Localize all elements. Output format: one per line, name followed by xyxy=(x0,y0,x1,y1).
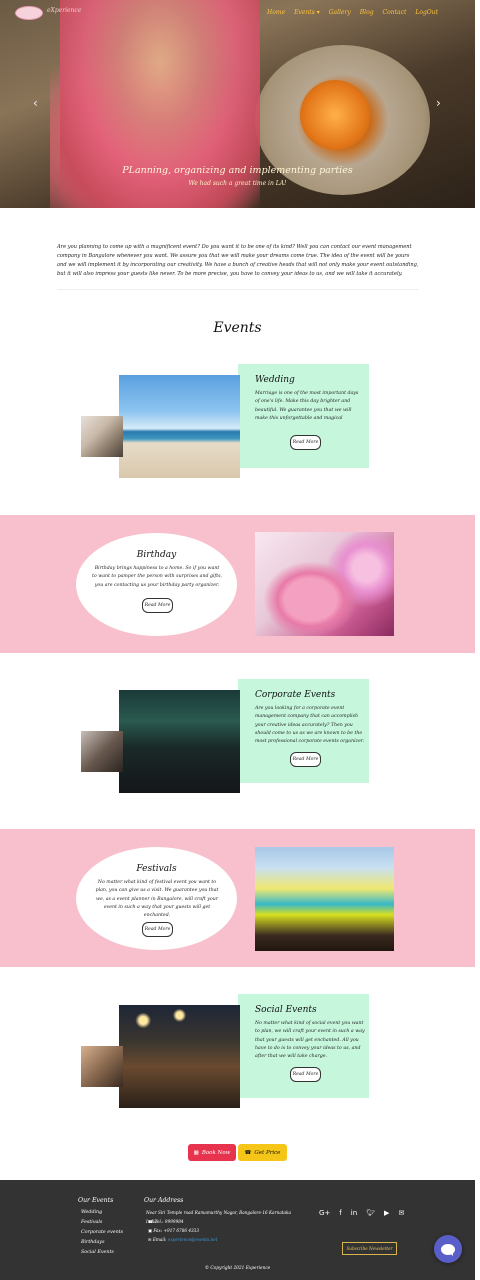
chat-icon xyxy=(441,1243,455,1256)
social-title: Social Events xyxy=(255,1005,317,1015)
brand-logo[interactable] xyxy=(15,6,43,20)
social-read-more-button[interactable]: Read More xyxy=(290,1067,321,1082)
mail-icon[interactable]: ✉ xyxy=(398,1209,404,1217)
festivals-read-more-button[interactable]: Read More xyxy=(142,922,173,937)
phone-icon: ☎ xyxy=(244,1149,252,1156)
hero-ring-center xyxy=(300,80,370,150)
footer-link-wedding[interactable]: Wedding xyxy=(81,1210,102,1215)
wedding-thumb-image xyxy=(81,416,123,457)
chevron-right-icon[interactable]: › xyxy=(436,96,441,110)
events-heading: Events xyxy=(213,320,262,336)
phone-icon: ☎ xyxy=(148,1219,154,1224)
wedding-read-more-button[interactable]: Read More xyxy=(290,435,321,450)
book-now-label: Book Now xyxy=(201,1149,231,1156)
footer-fax: ▣ Fax: +917 6786 4333 xyxy=(148,1226,199,1235)
footer-email-link[interactable]: experience@events.net xyxy=(168,1237,218,1242)
social-image xyxy=(119,1005,240,1108)
get-price-label: Get Price xyxy=(254,1149,281,1156)
footer-tel: ☎ Tel.: 9999984 xyxy=(148,1217,184,1226)
wedding-image xyxy=(119,375,240,478)
calendar-icon: ▦ xyxy=(193,1149,199,1156)
book-now-button[interactable]: ▦ Book Now xyxy=(188,1144,236,1161)
corporate-text: Are you looking for a corporate event ma… xyxy=(255,706,365,745)
facebook-icon[interactable]: f xyxy=(339,1209,341,1217)
footer-link-social[interactable]: Social Events xyxy=(81,1250,114,1255)
divider xyxy=(57,289,419,290)
hero-title: PLanning, organizing and implementing pa… xyxy=(122,165,353,176)
youtube-icon[interactable]: ▶ xyxy=(384,1209,389,1217)
copyright: © Copyright 2021 Experience xyxy=(204,1266,271,1271)
chevron-left-icon[interactable]: ‹ xyxy=(33,96,38,110)
festivals-text: No matter what kind of festival event yo… xyxy=(95,880,219,919)
corporate-title: Corporate Events xyxy=(255,690,336,700)
festivals-holi-image xyxy=(255,847,394,951)
corporate-image xyxy=(119,690,240,793)
footer-email: ✉ Email: experience@events.net xyxy=(148,1235,217,1244)
footer-link-corporate[interactable]: Corporate events xyxy=(81,1230,123,1235)
nav-events[interactable]: Events ▾ xyxy=(294,9,320,16)
main-nav: Home Events ▾ Gallery Blog Contact LogOu… xyxy=(267,9,438,16)
festivals-band xyxy=(0,829,475,967)
hero-subtitle: We had such a great time in LA! xyxy=(188,180,287,187)
birthday-cake-image xyxy=(255,532,394,636)
nav-blog[interactable]: Blog xyxy=(360,9,374,16)
twitter-icon[interactable]: 🐦︎ xyxy=(366,1209,375,1217)
footer xyxy=(0,1180,475,1280)
wedding-title: Wedding xyxy=(255,375,295,385)
birthday-text: Birthday brings happiness to a home. So … xyxy=(92,566,222,588)
corporate-thumb-image xyxy=(81,731,123,772)
birthday-band xyxy=(0,515,475,653)
footer-address-heading: Our Address xyxy=(144,1197,184,1204)
footer-fax-text: Fax: +917 6786 4333 xyxy=(153,1228,200,1233)
footer-tel-text: Tel.: 9999984 xyxy=(154,1219,184,1224)
hero-bride-image xyxy=(60,0,260,208)
hero-carousel xyxy=(0,0,475,208)
mail-icon: ✉ xyxy=(148,1237,152,1242)
intro-paragraph: Are you planning to come up with a magni… xyxy=(57,244,419,277)
google-plus-icon[interactable]: G+ xyxy=(319,1209,330,1217)
footer-link-festivals[interactable]: Festivals xyxy=(81,1220,102,1225)
social-links: G+ f in 🐦︎ ▶ ✉ xyxy=(319,1209,404,1217)
chat-button[interactable] xyxy=(434,1235,462,1263)
page-edge xyxy=(475,0,480,1280)
brand-name[interactable]: eXperience xyxy=(47,7,81,14)
get-price-button[interactable]: ☎ Get Price xyxy=(238,1144,287,1161)
linkedin-icon[interactable]: in xyxy=(351,1209,357,1217)
nav-home[interactable]: Home xyxy=(267,9,285,16)
subscribe-newsletter-button[interactable]: Subscribe Newsletter xyxy=(342,1242,397,1255)
social-text: No matter what kind of social event you … xyxy=(255,1021,365,1060)
nav-gallery[interactable]: Gallery xyxy=(329,9,351,16)
fax-icon: ▣ xyxy=(148,1228,152,1233)
wedding-text: Marriage is one of the most important da… xyxy=(255,391,359,421)
nav-contact[interactable]: Contact xyxy=(383,9,407,16)
social-thumb-image xyxy=(81,1046,123,1087)
footer-events-heading: Our Events xyxy=(78,1197,114,1204)
birthday-read-more-button[interactable]: Read More xyxy=(142,598,173,613)
corporate-read-more-button[interactable]: Read More xyxy=(290,752,321,767)
footer-link-birthdays[interactable]: Birthdays xyxy=(81,1240,104,1245)
footer-email-label: Email: xyxy=(152,1237,167,1242)
nav-logout[interactable]: LogOut xyxy=(415,9,438,16)
